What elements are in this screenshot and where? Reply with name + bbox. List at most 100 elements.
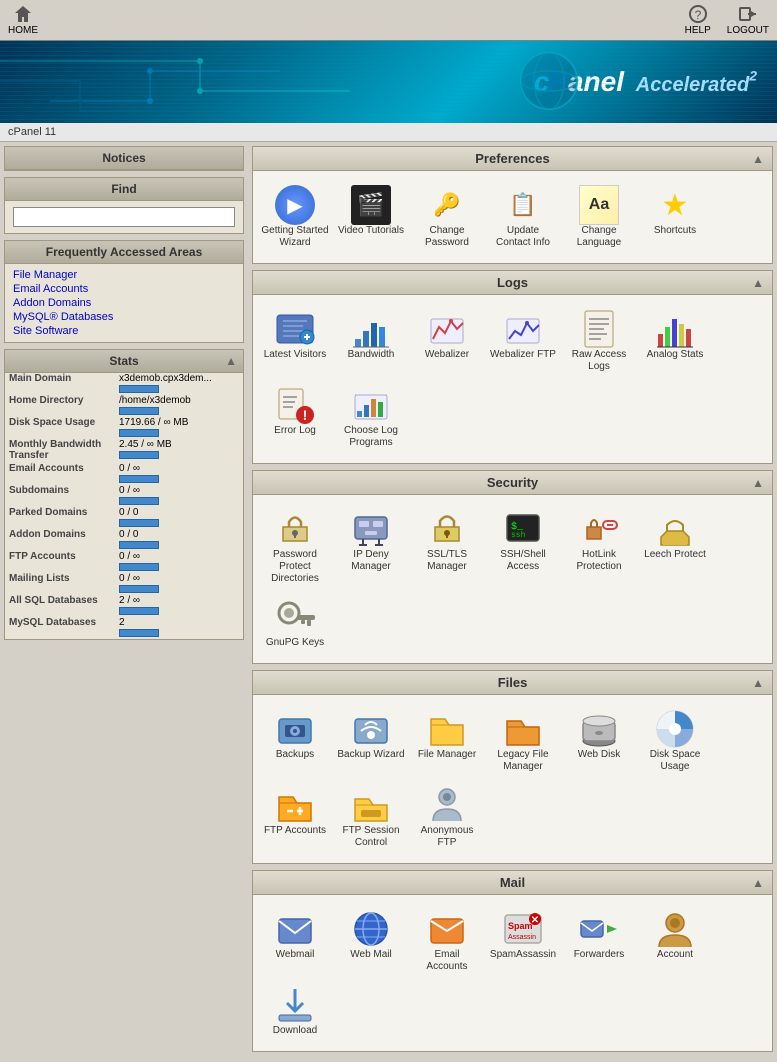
stats-section: Stats ▲ Main Domain x3demob.cpx3dem... H… (4, 349, 244, 640)
svg-text:Spam: Spam (508, 921, 533, 931)
stats-row: Main Domain x3demob.cpx3dem... (5, 373, 243, 393)
webalizer[interactable]: Webalizer (411, 305, 483, 377)
stats-value: /home/x3demob (119, 395, 239, 415)
breadcrumb: cPanel 11 (0, 123, 777, 142)
bandwidth[interactable]: Bandwidth (335, 305, 407, 377)
svg-text:Assassin: Assassin (508, 934, 536, 941)
files-body: Backups Backup Wizard (253, 695, 772, 863)
latest-visitors[interactable]: Latest Visitors (259, 305, 331, 377)
stats-label: Parked Domains (9, 507, 119, 518)
getting-started-wizard[interactable]: ▶ Getting Started Wizard (259, 181, 331, 253)
disk-space-usage[interactable]: Disk Space Usage (639, 705, 711, 777)
stats-row: Home Directory /home/x3demob (5, 395, 243, 415)
mail-body: Webmail Web Mail (253, 895, 772, 1051)
freq-link[interactable]: Site Software (13, 324, 235, 338)
stats-value: 1719.66 / ∞ MB (119, 417, 239, 437)
logs-body: Latest Visitors Bandwidth (253, 295, 772, 463)
preferences-arrow-icon[interactable]: ▲ (752, 152, 764, 166)
raw-access-logs[interactable]: Raw Access Logs (563, 305, 635, 377)
ip-deny-manager[interactable]: IP Deny Manager (335, 505, 407, 589)
stats-row: Mailing Lists 0 / ∞ (5, 573, 243, 593)
video-tutorials[interactable]: 🎬 Video Tutorials (335, 181, 407, 253)
anonymous-ftp[interactable]: Anonymous FTP (411, 781, 483, 853)
update-contact-info[interactable]: 📋 Update Contact Info (487, 181, 559, 253)
spamassassin[interactable]: Spam Assassin ✕ SpamAssassin (487, 905, 559, 977)
freq-links: File ManagerEmail AccountsAddon DomainsM… (5, 264, 243, 342)
top-navigation: HOME ? HELP LOGOUT (0, 0, 777, 41)
preferences-body: ▶ Getting Started Wizard 🎬 Video Tutoria… (253, 171, 772, 263)
files-arrow-icon[interactable]: ▲ (752, 676, 764, 690)
stats-row: MySQL Databases 2 (5, 617, 243, 637)
analog-stats[interactable]: Analog Stats (639, 305, 711, 377)
email-accounts[interactable]: Email Accounts (411, 905, 483, 977)
stats-label: Subdomains (9, 485, 119, 496)
stats-value: 0 / 0 (119, 529, 239, 549)
banner: cPanel Accelerated2 (0, 41, 777, 123)
shortcuts[interactable]: ★ Shortcuts (639, 181, 711, 253)
freq-link[interactable]: File Manager (13, 268, 235, 282)
leech-protect[interactable]: Leech Protect (639, 505, 711, 589)
legacy-file-manager[interactable]: Legacy File Manager (487, 705, 559, 777)
stats-row: Email Accounts 0 / ∞ (5, 463, 243, 483)
svg-text:!: ! (303, 407, 308, 423)
freq-link[interactable]: Addon Domains (13, 296, 235, 310)
logout-button[interactable]: LOGOUT (727, 4, 769, 36)
files-header: Files ▲ (253, 671, 772, 695)
content-area: Preferences ▲ ▶ Getting Started Wizard 🎬… (248, 142, 777, 1062)
notices-title: Notices (5, 147, 243, 170)
ssh-shell-access[interactable]: $_ ssh SSH/Shell Access (487, 505, 559, 589)
download[interactable]: Download (259, 981, 331, 1041)
stats-label: Monthly Bandwidth Transfer (9, 439, 119, 461)
freq-link[interactable]: MySQL® Databases (13, 310, 235, 324)
freq-link[interactable]: Email Accounts (13, 282, 235, 296)
webalizer-ftp[interactable]: Webalizer FTP (487, 305, 559, 377)
choose-log-programs[interactable]: Choose Log Programs (335, 381, 407, 453)
gnupg-keys[interactable]: GnuPG Keys (259, 593, 331, 653)
backups[interactable]: Backups (259, 705, 331, 777)
file-manager[interactable]: File Manager (411, 705, 483, 777)
stats-label: Email Accounts (9, 463, 119, 474)
logs-arrow-icon[interactable]: ▲ (752, 276, 764, 290)
preferences-panel: Preferences ▲ ▶ Getting Started Wizard 🎬… (252, 146, 773, 264)
hotlink-protection[interactable]: HotLink Protection (563, 505, 635, 589)
webmail2[interactable]: Web Mail (335, 905, 407, 977)
help-button[interactable]: ? HELP (685, 4, 711, 36)
logs-header: Logs ▲ (253, 271, 772, 295)
stats-title: Stats ▲ (5, 350, 243, 373)
preferences-header: Preferences ▲ (253, 147, 772, 171)
password-protect-directories[interactable]: Password Protect Directories (259, 505, 331, 589)
change-password[interactable]: 🔑 Change Password (411, 181, 483, 253)
home-button[interactable]: HOME (8, 4, 38, 36)
webmail[interactable]: Webmail (259, 905, 331, 977)
backup-wizard[interactable]: Backup Wizard (335, 705, 407, 777)
find-section: Find (4, 177, 244, 234)
stats-value: 0 / ∞ (119, 551, 239, 571)
error-log[interactable]: ! Error Log (259, 381, 331, 453)
stats-label: Addon Domains (9, 529, 119, 540)
security-panel: Security ▲ Password Protect Directories (252, 470, 773, 664)
forwarders[interactable]: Forwarders (563, 905, 635, 977)
stats-value: x3demob.cpx3dem... (119, 373, 239, 393)
main-layout: Notices Find Frequently Accessed Areas F… (0, 142, 777, 1062)
ftp-accounts[interactable]: FTP Accounts (259, 781, 331, 853)
freq-section: Frequently Accessed Areas File ManagerEm… (4, 240, 244, 343)
change-language[interactable]: Aa Change Language (563, 181, 635, 253)
mail-arrow-icon[interactable]: ▲ (752, 876, 764, 890)
stats-row: Subdomains 0 / ∞ (5, 485, 243, 505)
security-arrow-icon[interactable]: ▲ (752, 476, 764, 490)
stats-row: All SQL Databases 2 / ∞ (5, 595, 243, 615)
find-input[interactable] (13, 207, 235, 227)
mail-panel: Mail ▲ Webmail (252, 870, 773, 1052)
svg-text:?: ? (694, 8, 701, 22)
ftp-session-control[interactable]: FTP Session Control (335, 781, 407, 853)
account[interactable]: Account (639, 905, 711, 977)
stats-label: Mailing Lists (9, 573, 119, 584)
home-label: HOME (8, 25, 38, 36)
svg-text:ssh: ssh (511, 531, 526, 540)
stats-label: MySQL Databases (9, 617, 119, 628)
svg-text:✕: ✕ (531, 915, 539, 926)
stats-label: All SQL Databases (9, 595, 119, 606)
ssl-tls-manager[interactable]: SSL/TLS Manager (411, 505, 483, 589)
stats-arrow-icon[interactable]: ▲ (225, 354, 237, 368)
web-disk[interactable]: Web Disk (563, 705, 635, 777)
